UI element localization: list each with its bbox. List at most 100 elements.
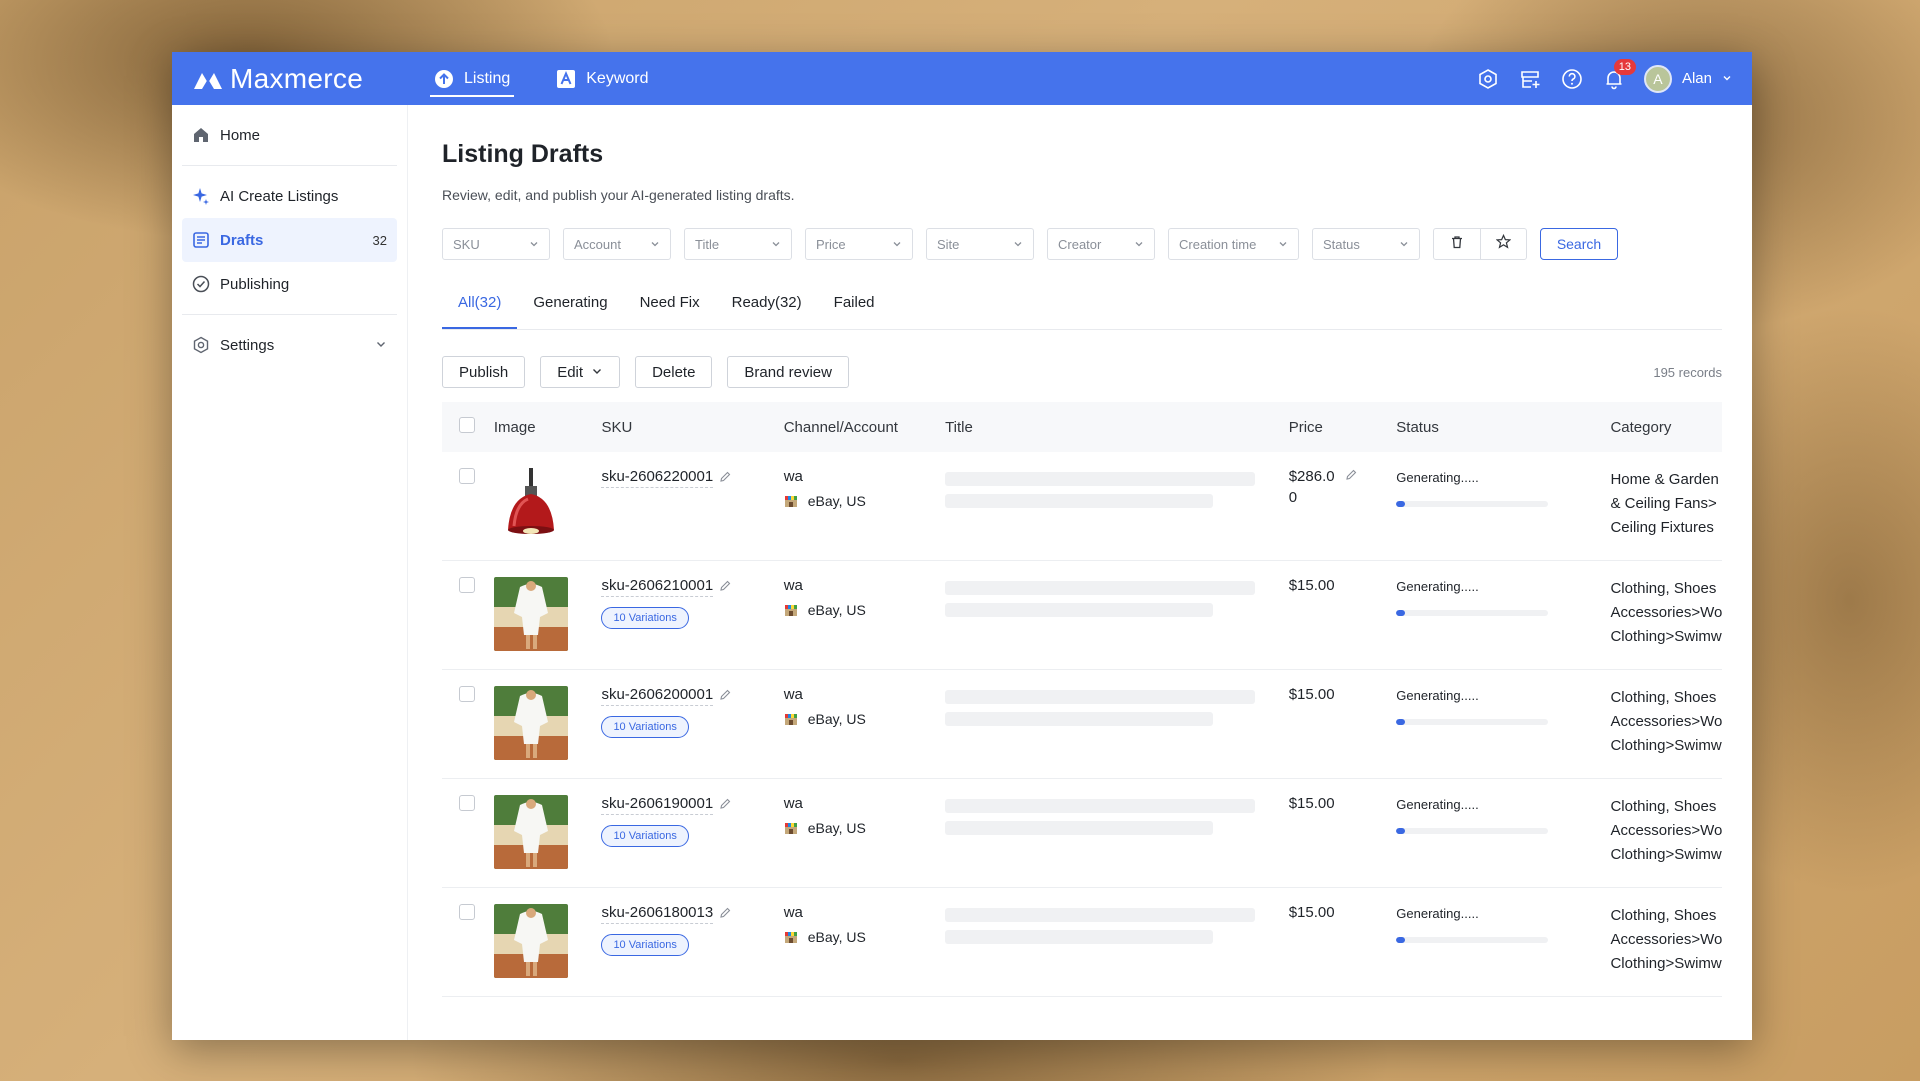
row-checkbox[interactable] (459, 577, 475, 593)
store-add-icon[interactable] (1518, 67, 1542, 91)
pencil-icon[interactable] (1345, 468, 1357, 485)
pencil-icon[interactable] (719, 688, 731, 705)
drafts-count: 32 (372, 232, 387, 248)
table-row[interactable]: sku-2606200001 10 Variations wa eBay, US (442, 670, 1722, 779)
sidebar: Home AI Create Listings Drafts 32 Publis… (172, 105, 408, 1040)
sidebar-item-publishing[interactable]: Publishing (182, 262, 397, 306)
brand-logo[interactable]: Maxmerce (192, 63, 424, 95)
table-row[interactable]: sku-2606190001 10 Variations wa eBay, US (442, 779, 1722, 888)
status-cell: Generating..... (1396, 795, 1610, 834)
variations-badge[interactable]: 10 Variations (601, 607, 689, 629)
edit-button[interactable]: Edit (540, 356, 621, 388)
row-checkbox[interactable] (459, 686, 475, 702)
check-circle-icon (192, 275, 210, 293)
filter-account[interactable]: Account (563, 228, 671, 260)
variations-badge[interactable]: 10 Variations (601, 825, 689, 847)
variations-badge[interactable]: 10 Variations (601, 934, 689, 956)
product-thumbnail[interactable] (493, 686, 568, 760)
top-bar: Maxmerce Listing Keyword 13 A Alan (172, 52, 1752, 105)
row-checkbox-cell (442, 904, 494, 924)
nav-tab-label: Listing (464, 69, 511, 87)
progress-fill (1396, 937, 1406, 943)
publish-button[interactable]: Publish (442, 356, 526, 388)
sku-text[interactable]: sku-2606190001 (601, 795, 714, 815)
nav-tab-keyword[interactable]: Keyword (546, 52, 658, 105)
select-all-checkbox[interactable] (459, 417, 475, 433)
row-checkbox[interactable] (459, 904, 475, 920)
category-line: Clothing>Swimw (1610, 846, 1722, 863)
product-image-cell (493, 468, 602, 542)
brand-review-button[interactable]: Brand review (727, 356, 849, 388)
tab-need-fix[interactable]: Need Fix (624, 294, 716, 329)
pencil-icon[interactable] (719, 906, 731, 923)
filter-creation-time[interactable]: Creation time (1168, 228, 1299, 260)
product-thumbnail[interactable] (493, 904, 568, 978)
tab-all[interactable]: All(32) (442, 294, 518, 329)
sidebar-item-label: AI Create Listings (220, 187, 339, 205)
table-row[interactable]: sku-2606210001 10 Variations wa eBay, US (442, 561, 1722, 670)
filter-sku[interactable]: SKU (442, 228, 550, 260)
chevron-down-icon (1278, 237, 1288, 252)
favorite-filter-button[interactable] (1480, 229, 1526, 259)
title-skeleton (945, 690, 1256, 704)
table-row[interactable]: sku-2606180013 10 Variations wa eBay, US (442, 888, 1722, 997)
status-text: Generating..... (1396, 797, 1479, 812)
sku-text[interactable]: sku-2606200001 (601, 686, 714, 706)
sku-text[interactable]: sku-2606180013 (601, 904, 714, 924)
settings-hex-icon[interactable] (1476, 67, 1500, 91)
help-icon[interactable] (1560, 67, 1584, 91)
status-text: Generating..... (1396, 579, 1479, 594)
tab-ready[interactable]: Ready(32) (716, 294, 818, 329)
sidebar-item-settings[interactable]: Settings (182, 323, 397, 367)
status-cell: Generating..... (1396, 904, 1610, 943)
progress-fill (1396, 719, 1406, 725)
title-skeleton (945, 908, 1256, 922)
tab-generating[interactable]: Generating (517, 294, 623, 329)
search-button[interactable]: Search (1540, 228, 1618, 260)
pencil-icon[interactable] (719, 579, 731, 596)
table-row[interactable]: sku-2606220001 wa eBay, US $286.0 0 Gene… (442, 452, 1722, 561)
row-checkbox[interactable] (459, 468, 475, 484)
pencil-icon[interactable] (719, 797, 731, 814)
sku-text[interactable]: sku-2606220001 (601, 468, 714, 488)
product-thumbnail[interactable] (493, 795, 568, 869)
sku-text[interactable]: sku-2606210001 (601, 577, 714, 597)
white-shirt-model-image (493, 686, 568, 760)
shop-icon (784, 713, 797, 725)
status-text: Generating..... (1396, 688, 1479, 703)
user-menu[interactable]: A Alan (1643, 64, 1732, 93)
filter-price[interactable]: Price (805, 228, 913, 260)
title-cell (945, 577, 1289, 617)
page-subtitle: Review, edit, and publish your AI-genera… (442, 187, 795, 203)
product-thumbnail[interactable] (493, 577, 568, 651)
filter-creator[interactable]: Creator (1047, 228, 1155, 260)
bell-icon[interactable]: 13 (1602, 58, 1636, 91)
sidebar-item-home[interactable]: Home (182, 113, 397, 157)
row-checkbox[interactable] (459, 795, 475, 811)
clear-filters-button[interactable] (1434, 229, 1480, 259)
sidebar-item-label: Publishing (220, 275, 290, 293)
sidebar-item-ai-create[interactable]: AI Create Listings (182, 174, 397, 218)
status-text: Generating..... (1396, 470, 1479, 485)
header-checkbox-cell (442, 417, 494, 437)
filter-site[interactable]: Site (926, 228, 1034, 260)
sidebar-item-drafts[interactable]: Drafts 32 (182, 218, 397, 262)
header-price: Price (1288, 418, 1323, 436)
price-text: $286.0 (1288, 468, 1335, 485)
category-line: Clothing, Shoes (1610, 798, 1717, 815)
sidebar-item-label: Home (220, 126, 261, 144)
pencil-icon[interactable] (719, 470, 731, 487)
nav-tab-listing[interactable]: Listing (424, 52, 520, 105)
variations-badge[interactable]: 10 Variations (601, 716, 689, 738)
tab-failed[interactable]: Failed (818, 294, 891, 329)
header-category: Category (1610, 418, 1672, 436)
progress-bar (1396, 937, 1549, 943)
price-cell: $15.00 (1289, 577, 1397, 594)
filter-status[interactable]: Status (1312, 228, 1420, 260)
delete-button[interactable]: Delete (635, 356, 713, 388)
filter-title[interactable]: Title (684, 228, 792, 260)
channel-cell: wa eBay, US (784, 468, 945, 509)
product-thumbnail[interactable] (493, 468, 568, 542)
filter-placeholder: Creation time (1179, 236, 1257, 252)
title-skeleton (945, 472, 1256, 486)
